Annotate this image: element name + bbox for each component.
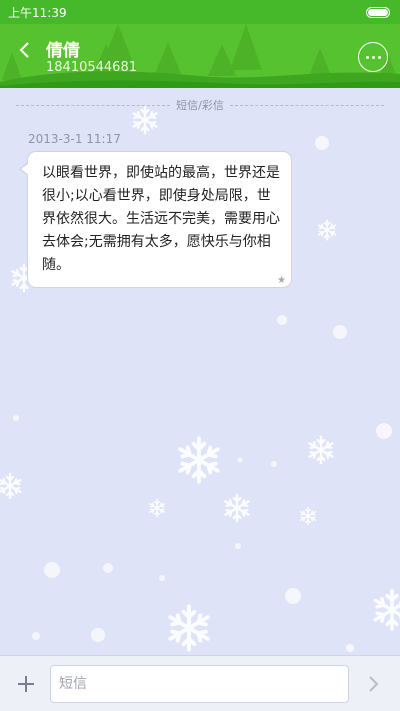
battery-icon [366,6,390,18]
message-bubble[interactable]: 以眼看世界，即使站的最高，世界还是很小;以心看世界，即使身处局限，世界依然很大。… [19,151,292,288]
more-options-button[interactable] [358,42,388,72]
star-icon: ★ [277,275,286,286]
status-bar: 上午11:39 [0,0,400,24]
chevron-left-icon [19,42,29,58]
message-text: 以眼看世界，即使站的最高，世界还是很小;以心看世界，即使身处局限，世界依然很大。… [42,165,280,273]
contact-name: 倩倩 [46,41,80,61]
back-button[interactable] [14,38,34,62]
more-dots-icon [365,55,369,59]
conversation-area[interactable]: 短信/彩信 2013-3-1 11:17 以眼看世界，即使站的最高，世界还是很小… [0,88,400,655]
contact-number: 18410544681 [46,60,137,75]
message-timestamp: 2013-3-1 11:17 [28,132,121,146]
send-chevron-icon [369,676,379,692]
status-time: 上午11:39 [8,5,67,20]
divider-label: 短信/彩信 [176,99,224,112]
plus-icon [18,676,34,692]
message-type-divider: 短信/彩信 [16,97,384,113]
send-button[interactable] [360,670,388,698]
compose-bar [0,655,400,711]
add-attachment-button[interactable] [12,670,40,698]
message-input[interactable] [50,665,349,703]
conversation-header: 倩倩 18410544681 [0,24,400,88]
